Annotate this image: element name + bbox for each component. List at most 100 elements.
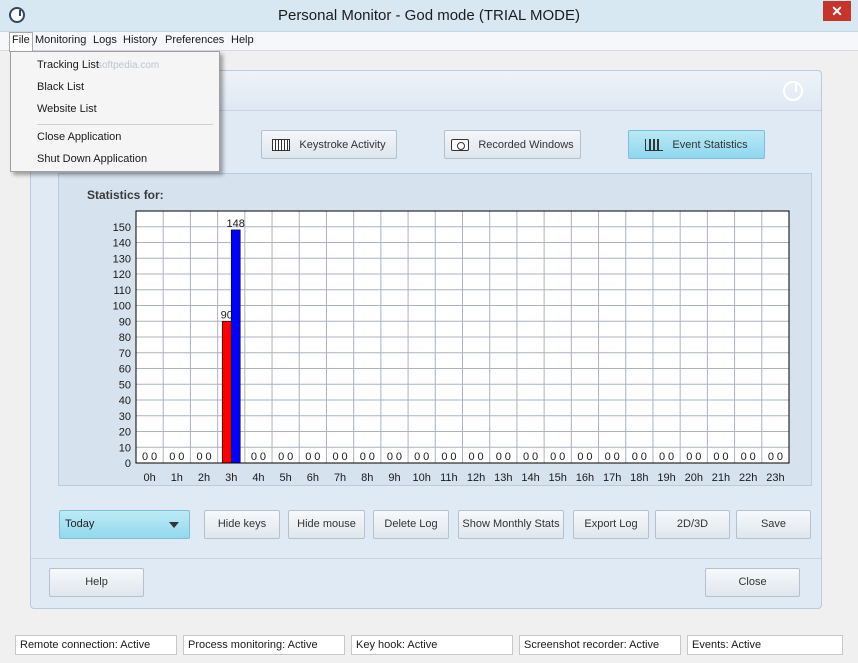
menu-item-close-application[interactable]: Close Application	[37, 131, 121, 143]
y-tick-label: 100	[113, 301, 131, 313]
y-tick-label: 110	[113, 285, 131, 297]
x-tick-label: 23h	[766, 472, 784, 484]
tab-keystroke-activity[interactable]: Keystroke Activity	[261, 130, 397, 159]
x-tick-label: 2h	[198, 472, 210, 484]
window-title: Personal Monitor - God mode (TRIAL MODE)	[277, 7, 581, 24]
data-label: 0	[750, 451, 756, 463]
statistics-chart-box: Statistics for: 0 10 20 30 40 50 60 70 80 90 100 11…	[58, 173, 812, 486]
data-label: 0	[441, 451, 447, 463]
data-label: 0	[641, 451, 647, 463]
menu-history[interactable]: History	[123, 34, 157, 46]
data-label: 0	[469, 451, 475, 463]
save-button[interactable]: Save	[736, 510, 811, 539]
x-tick-label: 19h	[657, 472, 675, 484]
x-tick-label: 22h	[739, 472, 757, 484]
data-label: 0	[287, 451, 293, 463]
data-label: 0	[505, 451, 511, 463]
footer-divider	[31, 558, 821, 559]
menu-logs[interactable]: Logs	[93, 34, 117, 46]
menu-item-tracking-list[interactable]: Tracking List	[37, 59, 99, 71]
x-tick-label: 11h	[440, 472, 458, 484]
menu-help[interactable]: Help	[231, 34, 254, 46]
x-tick-label: 8h	[361, 472, 373, 484]
data-label: 0	[559, 451, 565, 463]
x-tick-label: 7h	[334, 472, 346, 484]
data-label: 0	[414, 451, 420, 463]
status-key-hook: Key hook: Active	[351, 635, 513, 655]
help-button[interactable]: Help	[49, 568, 144, 597]
close-button[interactable]: Close	[705, 568, 800, 597]
y-tick-label: 80	[119, 332, 131, 344]
data-label: 0	[151, 451, 157, 463]
data-label: 0	[314, 451, 320, 463]
data-label: 0	[532, 451, 538, 463]
data-label: 0	[659, 451, 665, 463]
data-label: 0	[387, 451, 393, 463]
x-tick-label: 15h	[549, 472, 567, 484]
hide-keys-button[interactable]: Hide keys	[204, 510, 280, 539]
menu-bar: File Monitoring Logs History Preferences…	[0, 32, 858, 52]
status-screenshot-recorder: Screenshot recorder: Active	[519, 635, 681, 655]
delete-log-button[interactable]: Delete Log	[373, 510, 449, 539]
tab-label: Recorded Windows	[478, 138, 574, 151]
data-label: 0	[741, 451, 747, 463]
y-tick-label: 140	[113, 238, 131, 250]
watermark: softpedia.com	[97, 60, 160, 71]
y-tick-label: 50	[119, 379, 131, 391]
data-label: 0	[342, 451, 348, 463]
y-tick-label: 130	[113, 253, 131, 265]
y-tick-label: 70	[119, 348, 131, 360]
tab-recorded-windows[interactable]: Recorded Windows	[444, 130, 581, 159]
x-tick-label: 0h	[143, 472, 155, 484]
menu-monitoring[interactable]: Monitoring	[35, 34, 86, 46]
tab-event-statistics[interactable]: Event Statistics	[628, 130, 765, 159]
file-menu-dropdown: softpedia.com Tracking List Black List W…	[10, 51, 220, 172]
y-tick-label: 0	[125, 458, 131, 470]
menu-item-website-list[interactable]: Website List	[37, 103, 97, 115]
data-label: 0	[205, 451, 211, 463]
data-label: 0	[360, 451, 366, 463]
data-label: 0	[614, 451, 620, 463]
hide-mouse-button[interactable]: Hide mouse	[288, 510, 365, 539]
y-tick-label: 150	[113, 222, 131, 234]
menu-item-shut-down-application[interactable]: Shut Down Application	[37, 153, 147, 165]
x-tick-label: 10h	[413, 472, 431, 484]
status-process-monitoring: Process monitoring: Active	[183, 635, 345, 655]
data-label: 0	[550, 451, 556, 463]
x-tick-label: 12h	[467, 472, 485, 484]
data-label: 0	[605, 451, 611, 463]
view-mode-2d-3d-button[interactable]: 2D/3D	[655, 510, 730, 539]
data-label: 0	[333, 451, 339, 463]
menu-file[interactable]: File	[9, 32, 33, 52]
bar-chart-icon	[645, 138, 664, 151]
data-label: 0	[169, 451, 175, 463]
y-tick-label: 60	[119, 364, 131, 376]
data-label: 0	[178, 451, 184, 463]
data-label: 0	[251, 451, 257, 463]
data-label: 0	[142, 451, 148, 463]
y-tick-label: 20	[119, 427, 131, 439]
data-label: 0	[713, 451, 719, 463]
data-label: 0	[523, 451, 529, 463]
y-tick-label: 40	[119, 395, 131, 407]
y-tick-label: 10	[119, 442, 131, 454]
data-label: 0	[722, 451, 728, 463]
data-label: 0	[450, 451, 456, 463]
x-tick-label: 4h	[252, 472, 264, 484]
export-log-button[interactable]: Export Log	[573, 510, 649, 539]
x-tick-label: 16h	[576, 472, 594, 484]
x-tick-label: 13h	[494, 472, 512, 484]
x-tick-label: 5h	[280, 472, 292, 484]
menu-preferences[interactable]: Preferences	[165, 34, 224, 46]
show-monthly-stats-button[interactable]: Show Monthly Stats	[458, 510, 564, 539]
tab-label: Event Statistics	[672, 138, 748, 151]
bar	[221, 320, 232, 464]
event-statistics-chart: 0 10 20 30 40 50 60 70 80 90 100 110 120 130 140 150 0h 1…	[113, 210, 790, 484]
status-remote-connection: Remote connection: Active	[15, 635, 177, 655]
period-select[interactable]: Today	[59, 510, 190, 539]
menu-item-black-list[interactable]: Black List	[37, 81, 84, 93]
data-label: 0	[768, 451, 774, 463]
x-tick-label: 14h	[521, 472, 539, 484]
keyboard-icon	[272, 138, 291, 151]
window-close-button[interactable]: ✕	[823, 1, 851, 21]
